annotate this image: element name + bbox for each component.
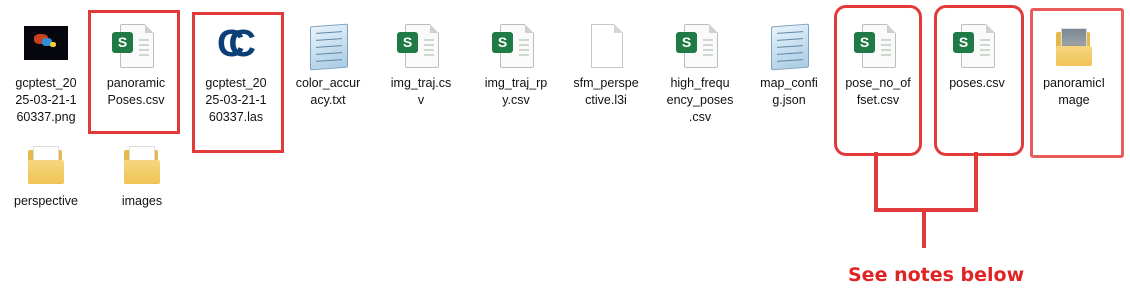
file-name-line: map_confi: [760, 76, 818, 90]
notepad-icon: [765, 22, 813, 71]
file-item[interactable]: perspective: [6, 140, 86, 210]
file-item[interactable]: Simg_traj_rp y.csv: [476, 22, 556, 109]
bracket-left-vertical: [874, 152, 878, 212]
file-name-line: acy.txt: [310, 93, 346, 107]
file-name-line: v: [417, 93, 425, 107]
file-name-line: img_traj_rp: [484, 76, 548, 90]
bracket-right-vertical: [974, 152, 978, 212]
csv-badge: S: [676, 32, 697, 53]
file-name-label: sfm_perspe ctive.l3i: [566, 75, 646, 109]
highlight-las-file: [192, 12, 284, 153]
file-name-line: g.json: [772, 93, 806, 107]
file-name-line: y.csv: [502, 93, 530, 107]
highlight-panoramic-image: [1030, 8, 1124, 158]
file-item[interactable]: gcptest_20 25-03-21-1 60337.png: [6, 22, 86, 126]
folder-icon: [22, 140, 70, 188]
file-name-line: high_frequ: [670, 76, 730, 90]
highlight-panoramic-poses: [88, 10, 180, 134]
notepad-icon: [304, 22, 352, 71]
csv-icon: S: [676, 22, 724, 70]
highlight-poses: [934, 5, 1024, 156]
file-name-line: 25-03-21-1: [15, 93, 77, 107]
file-name-label: perspective: [6, 193, 86, 210]
file-name-line: gcptest_20: [15, 76, 77, 90]
file-name-label: images: [102, 193, 182, 210]
file-name-label: color_accur acy.txt: [288, 75, 368, 109]
csv-icon: S: [492, 22, 540, 70]
file-name-line: images: [121, 194, 163, 208]
file-item[interactable]: Simg_traj.csv: [381, 22, 461, 109]
bracket-stem: [922, 208, 926, 248]
file-name-line: ctive.l3i: [585, 93, 627, 107]
folder-icon: [118, 140, 166, 188]
bracket-horizontal: [874, 208, 978, 212]
file-name-line: 60337.png: [16, 110, 76, 124]
file-name-line: img_traj.cs: [390, 76, 452, 90]
file-name-label: img_traj_rp y.csv: [476, 75, 556, 109]
file-name-line: .csv: [688, 110, 712, 124]
highlight-pose-no-offset: [834, 5, 922, 156]
file-name-label: map_confi g.json: [749, 75, 829, 109]
file-item[interactable]: color_accur acy.txt: [288, 22, 368, 109]
file-item[interactable]: images: [102, 140, 182, 210]
csv-icon: S: [397, 22, 445, 70]
csv-badge: S: [397, 32, 418, 53]
annotation-note: See notes below: [848, 264, 1025, 286]
file-item[interactable]: sfm_perspe ctive.l3i: [566, 22, 646, 109]
file-name-label: gcptest_20 25-03-21-1 60337.png: [6, 75, 86, 126]
file-name-line: sfm_perspe: [573, 76, 639, 90]
file-item[interactable]: map_confi g.json: [749, 22, 829, 109]
file-name-label: high_frequ ency_poses .csv: [660, 75, 740, 126]
file-name-line: color_accur: [295, 76, 361, 90]
file-name-line: ency_poses: [666, 93, 734, 107]
file-name-label: img_traj.csv: [381, 75, 461, 109]
file-item[interactable]: Shigh_frequ ency_poses .csv: [660, 22, 740, 126]
csv-badge: S: [492, 32, 513, 53]
image-thumbnail-icon: [22, 22, 70, 70]
file-name-line: perspective: [14, 194, 78, 208]
blank-file-icon: [582, 22, 630, 70]
